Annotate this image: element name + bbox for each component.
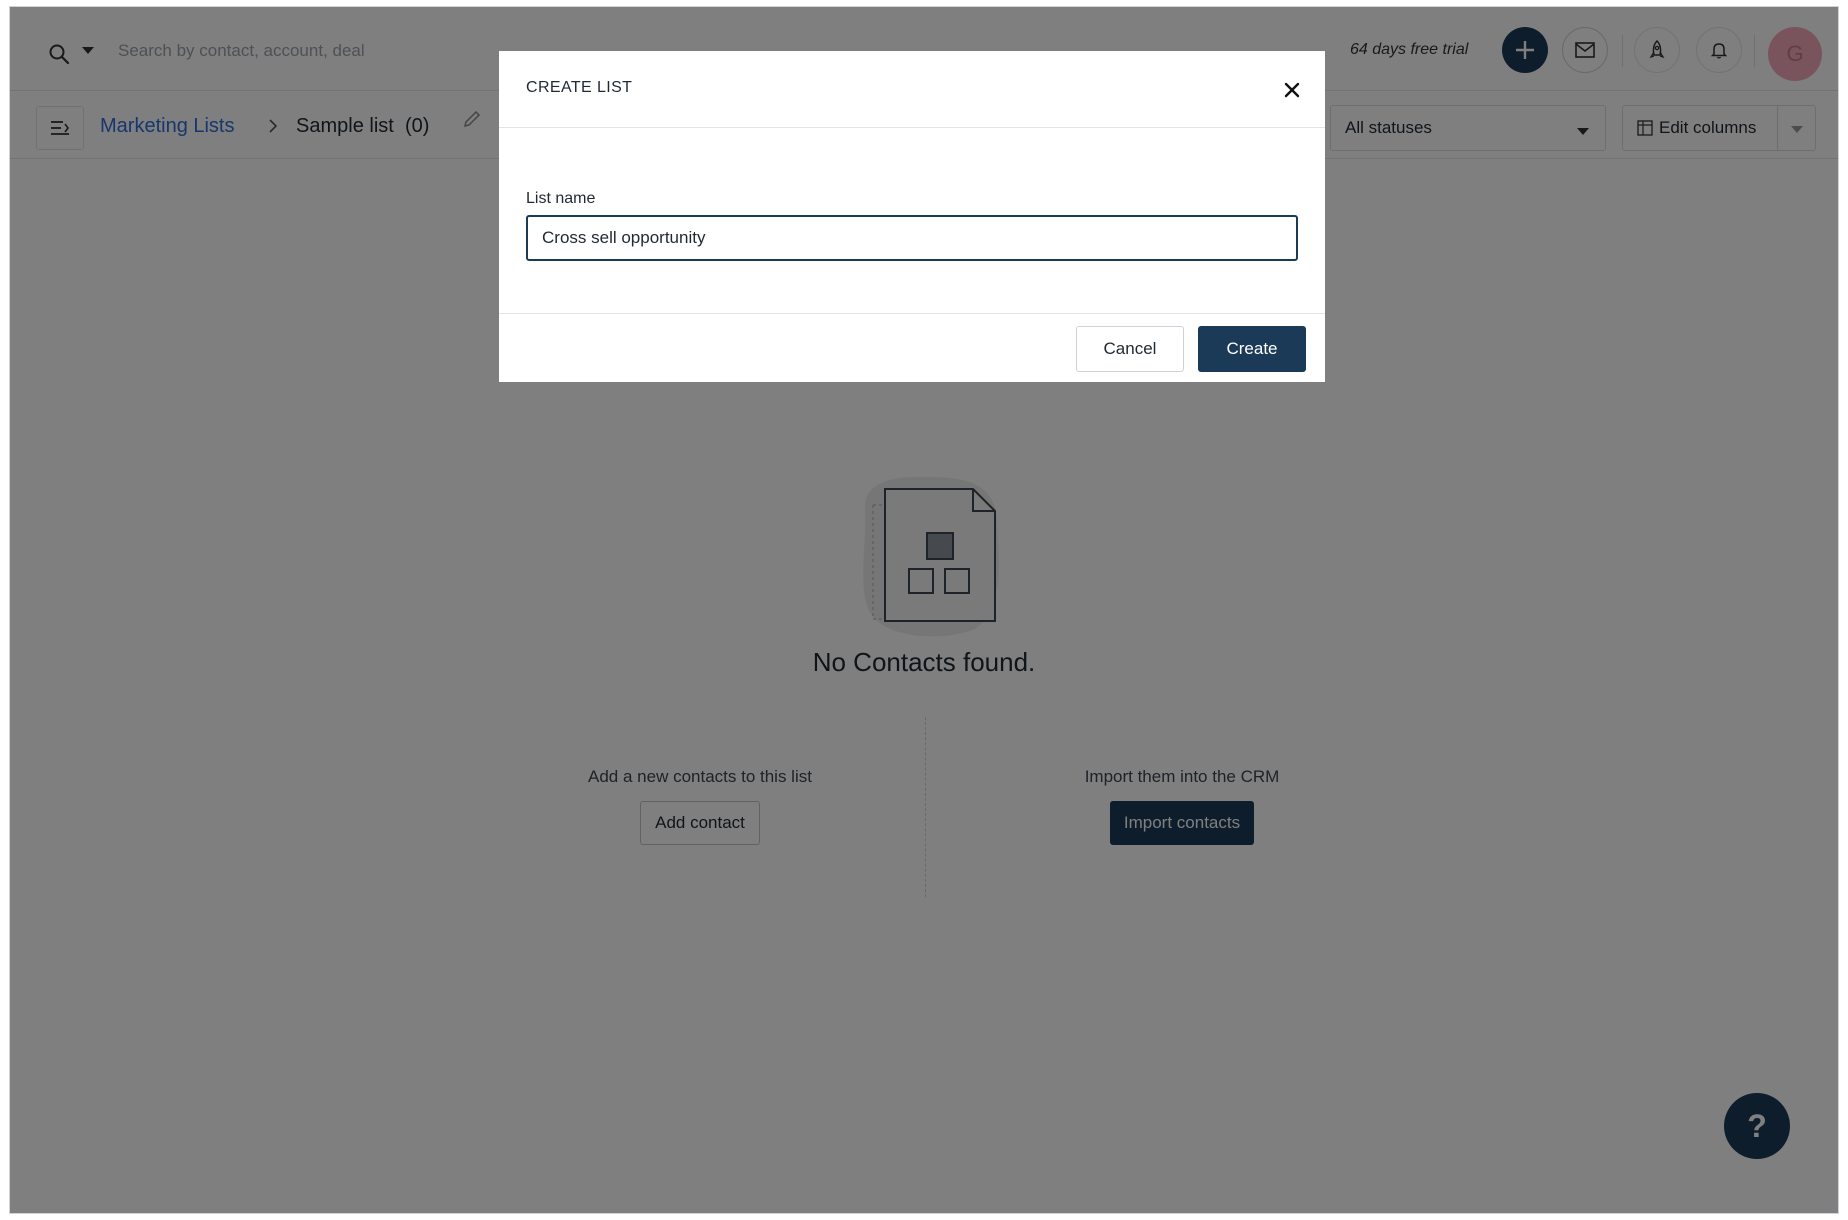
create-list-dialog: CREATE LIST List name Cancel Create (499, 51, 1325, 382)
list-name-input[interactable] (526, 215, 1298, 261)
dialog-footer: Cancel Create (499, 313, 1325, 382)
dialog-title: CREATE LIST (526, 79, 633, 96)
app-window: 64 days free trial G Marketing Lists (9, 6, 1839, 1214)
list-name-label: List name (526, 190, 596, 207)
create-button[interactable]: Create (1198, 326, 1306, 372)
close-icon[interactable] (1281, 79, 1303, 101)
cancel-button[interactable]: Cancel (1076, 326, 1184, 372)
dialog-header: CREATE LIST (499, 51, 1325, 128)
